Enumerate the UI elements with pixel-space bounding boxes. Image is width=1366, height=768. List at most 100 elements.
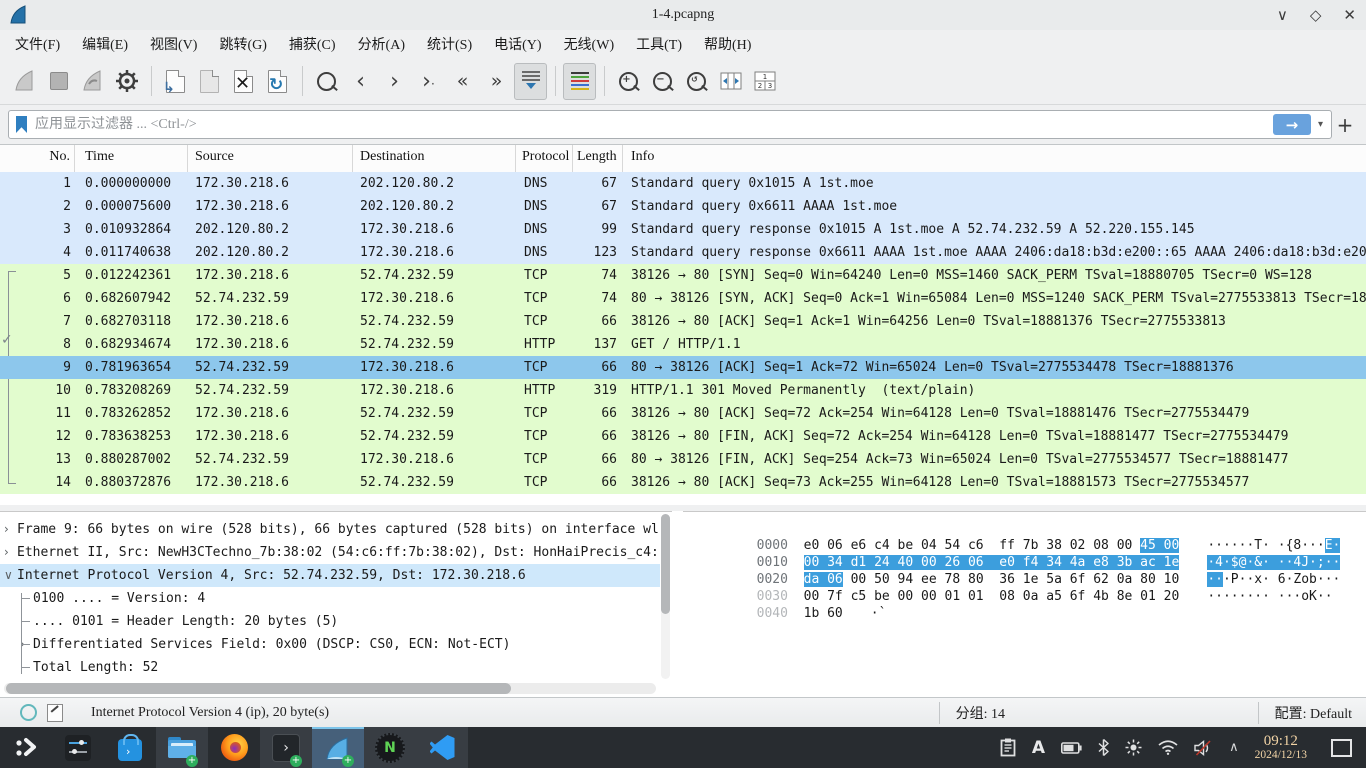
details-horizontal-scrollbar[interactable]: [4, 683, 656, 694]
hex-row[interactable]: 0000e0 06 e6 c4 be 04 54 c6 ff 7b 38 02 …: [694, 520, 1366, 537]
packet-row[interactable]: 13 0.880287002 52.74.232.59 172.30.218.6…: [0, 448, 1366, 471]
packet-row[interactable]: 7 0.682703118 172.30.218.6 52.74.232.59 …: [0, 310, 1366, 333]
save-file-button[interactable]: [193, 63, 226, 100]
status-profile[interactable]: 配置: Default: [1259, 703, 1366, 723]
packet-row[interactable]: 11 0.783262852 172.30.218.6 52.74.232.59…: [0, 402, 1366, 425]
menu-item[interactable]: 视图(V): [139, 31, 208, 57]
details-vertical-scrollbar[interactable]: [661, 514, 670, 679]
filter-dropdown-caret-icon[interactable]: ▾: [1318, 119, 1323, 130]
battery-icon[interactable]: [1061, 742, 1082, 754]
close-button[interactable]: ✕: [1343, 8, 1356, 23]
column-header-protocol[interactable]: Protocol: [516, 145, 573, 172]
menu-item[interactable]: 分析(A): [347, 31, 416, 57]
ascii-text: ·P··x· 6·Zob···: [1223, 572, 1340, 587]
packet-row[interactable]: 14 0.880372876 172.30.218.6 52.74.232.59…: [0, 471, 1366, 494]
volume-muted-icon[interactable]: [1194, 740, 1213, 756]
system-settings-button[interactable]: [52, 727, 104, 768]
go-forward-button[interactable]: ›: [378, 63, 411, 100]
go-last-button[interactable]: »: [480, 63, 513, 100]
number-columns-button[interactable]: 123: [748, 63, 781, 100]
show-desktop-button[interactable]: [1331, 739, 1352, 757]
detail-text: .... 0101 = Header Length: 20 bytes (5): [33, 610, 338, 633]
detail-line[interactable]: › Differentiated Services Field: 0x00 (D…: [0, 633, 660, 656]
column-header-time[interactable]: Time: [75, 145, 188, 172]
auto-scroll-button[interactable]: [514, 63, 547, 100]
column-header-destination[interactable]: Destination: [353, 145, 516, 172]
display-filter-field[interactable]: → ▾: [8, 110, 1332, 139]
expert-info-icon[interactable]: [20, 704, 37, 721]
column-header-no[interactable]: No.: [0, 145, 75, 172]
filter-bookmark-icon[interactable]: [16, 116, 27, 133]
reload-file-button[interactable]: ↻: [261, 63, 294, 100]
packet-row[interactable]: 5 0.012242361 172.30.218.6 52.74.232.59 …: [0, 264, 1366, 287]
vscode-button[interactable]: [416, 727, 468, 768]
neovim-button[interactable]: N: [364, 727, 416, 768]
apply-filter-button[interactable]: →: [1273, 114, 1311, 135]
menu-item[interactable]: 跳转(G): [208, 31, 277, 57]
packet-row[interactable]: 2 0.000075600 172.30.218.6 202.120.80.2 …: [0, 195, 1366, 218]
maximize-button[interactable]: ◇: [1310, 8, 1322, 23]
detail-line[interactable]: 0100 .... = Version: 4: [0, 587, 660, 610]
packet-row[interactable]: 1 0.000000000 172.30.218.6 202.120.80.2 …: [0, 172, 1366, 195]
close-file-button[interactable]: ✕: [227, 63, 260, 100]
detail-line[interactable]: › Frame 9: 66 bytes on wire (528 bits), …: [0, 518, 660, 541]
go-first-button[interactable]: «: [446, 63, 479, 100]
menu-item[interactable]: 编辑(E): [71, 31, 139, 57]
detail-line[interactable]: .... 0101 = Header Length: 20 bytes (5): [0, 610, 660, 633]
packet-destination: 172.30.218.6: [353, 356, 516, 379]
expander-icon[interactable]: ›: [4, 541, 17, 564]
restart-capture-button[interactable]: [76, 63, 109, 100]
menu-item[interactable]: 帮助(H): [693, 31, 762, 57]
packet-row[interactable]: 6 0.682607942 52.74.232.59 172.30.218.6 …: [0, 287, 1366, 310]
zoom-in-button[interactable]: +: [612, 63, 645, 100]
clock[interactable]: 09:12 2024/12/13: [1255, 734, 1307, 762]
bluetooth-icon[interactable]: [1098, 739, 1109, 756]
packet-row[interactable]: 12 0.783638253 172.30.218.6 52.74.232.59…: [0, 425, 1366, 448]
menu-item[interactable]: 文件(F): [4, 31, 71, 57]
detail-line[interactable]: › Ethernet II, Src: NewH3CTechno_7b:38:0…: [0, 541, 660, 564]
zoom-reset-button[interactable]: ↺: [680, 63, 713, 100]
menu-item[interactable]: 电话(Y): [483, 31, 552, 57]
packet-row[interactable]: 9 0.781963654 52.74.232.59 172.30.218.6 …: [0, 356, 1366, 379]
open-file-button[interactable]: ↳: [159, 63, 192, 100]
file-manager-button[interactable]: +: [156, 727, 208, 768]
column-header-info[interactable]: Info: [623, 145, 1366, 172]
capture-comment-icon[interactable]: [47, 704, 63, 722]
go-back-button[interactable]: ‹: [344, 63, 377, 100]
packet-row[interactable]: 10 0.783208269 52.74.232.59 172.30.218.6…: [0, 379, 1366, 402]
start-capture-button[interactable]: [8, 63, 41, 100]
expander-icon[interactable]: ›: [4, 518, 17, 541]
keyboard-layout-icon[interactable]: A: [1032, 738, 1045, 758]
minimize-button[interactable]: ∨: [1277, 8, 1288, 23]
menu-item[interactable]: 捕获(C): [278, 31, 347, 57]
detail-line[interactable]: ∨ Internet Protocol Version 4, Src: 52.7…: [0, 564, 660, 587]
resize-columns-button[interactable]: [714, 63, 747, 100]
clipboard-icon[interactable]: [1000, 738, 1016, 757]
brightness-icon[interactable]: [1125, 739, 1142, 756]
packet-row[interactable]: 3 0.010932864 202.120.80.2 172.30.218.6 …: [0, 218, 1366, 241]
column-header-source[interactable]: Source: [188, 145, 353, 172]
column-header-length[interactable]: Length: [573, 145, 623, 172]
go-to-packet-button[interactable]: ›·: [412, 63, 445, 100]
discover-button[interactable]: ›: [104, 727, 156, 768]
find-packet-button[interactable]: [310, 63, 343, 100]
packet-row[interactable]: 4 0.011740638 202.120.80.2 172.30.218.6 …: [0, 241, 1366, 264]
firefox-button[interactable]: [208, 727, 260, 768]
stop-capture-button[interactable]: [42, 63, 75, 100]
wifi-icon[interactable]: [1158, 740, 1178, 755]
menu-item[interactable]: 统计(S): [416, 31, 483, 57]
expander-icon[interactable]: ∨: [4, 564, 17, 587]
add-filter-button[interactable]: +: [1332, 113, 1358, 137]
menu-item[interactable]: 工具(T): [625, 31, 693, 57]
colorize-packets-button[interactable]: [563, 63, 596, 100]
tray-expander-icon[interactable]: ∧: [1229, 740, 1239, 755]
packet-row[interactable]: 8 0.682934674 172.30.218.6 52.74.232.59 …: [0, 333, 1366, 356]
detail-line[interactable]: Total Length: 52: [0, 656, 660, 679]
menu-item[interactable]: 无线(W): [553, 31, 626, 57]
terminal-button[interactable]: › +: [260, 727, 312, 768]
app-launcher-button[interactable]: [0, 727, 52, 768]
filter-input[interactable]: [33, 116, 1273, 134]
wireshark-task-button[interactable]: +: [312, 727, 364, 768]
capture-options-button[interactable]: [110, 63, 143, 100]
zoom-out-button[interactable]: −: [646, 63, 679, 100]
